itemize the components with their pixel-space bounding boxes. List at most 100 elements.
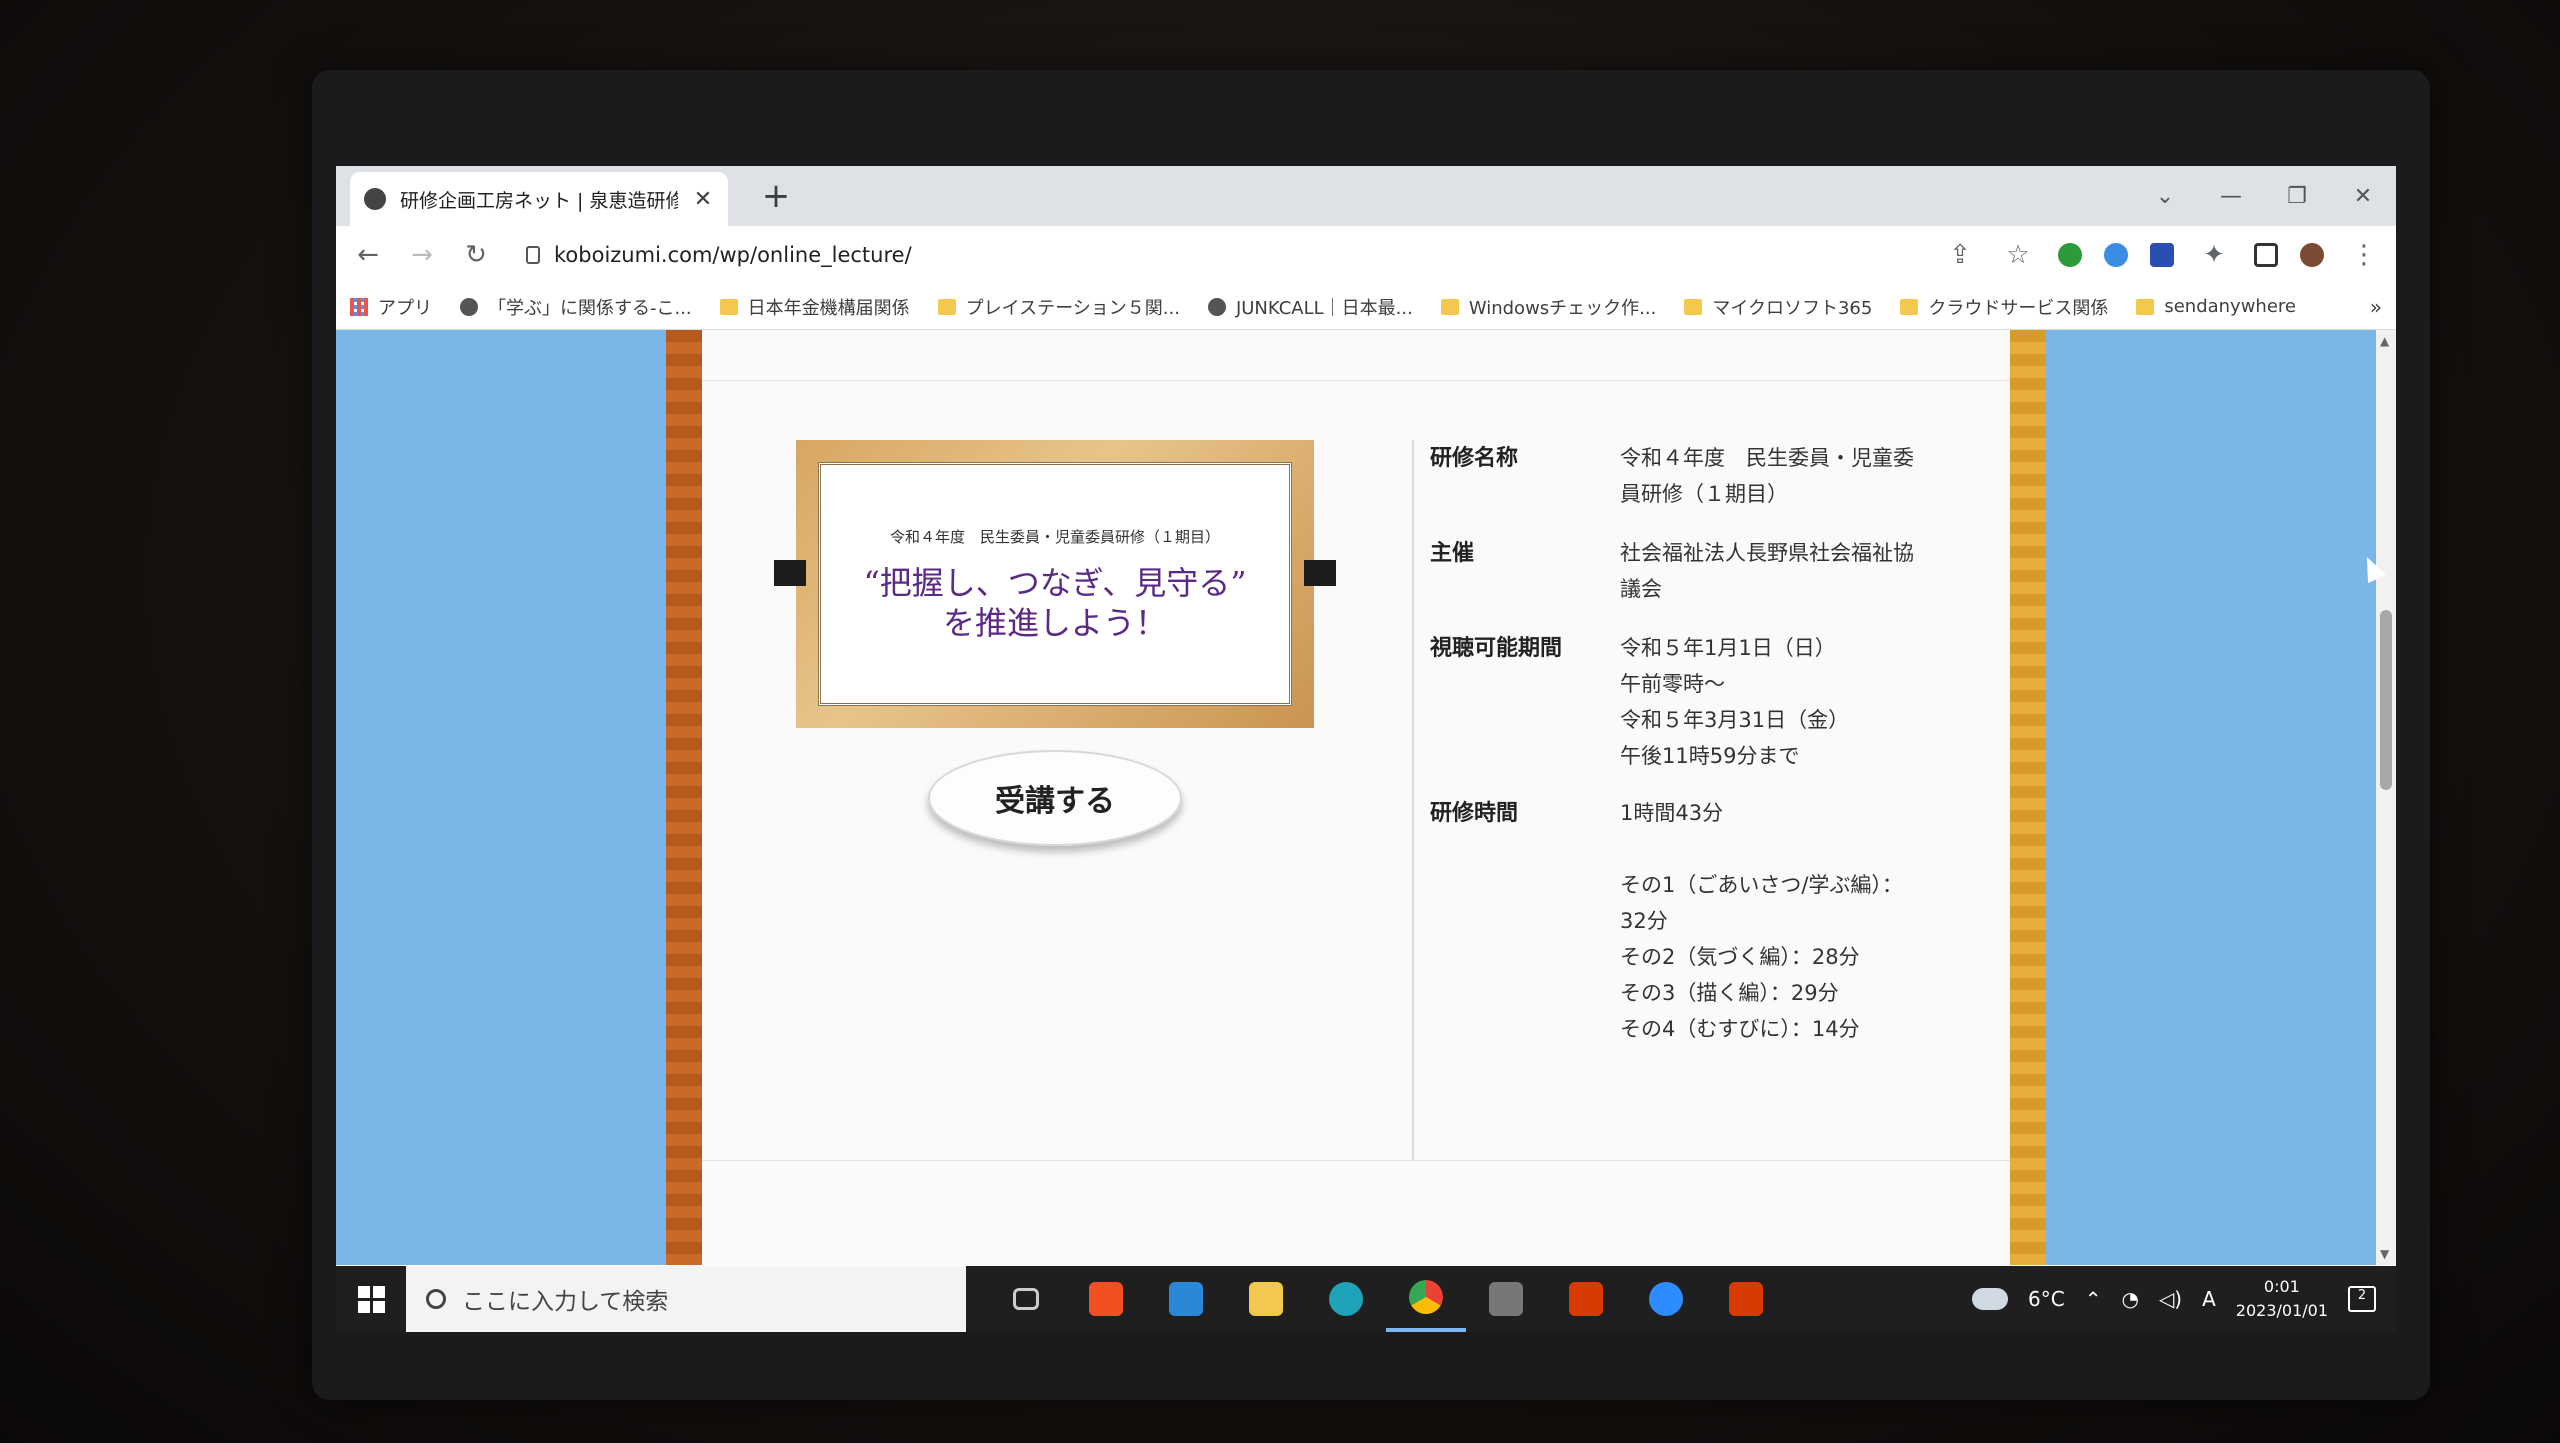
weather-temp[interactable]: 6°C [2028,1287,2065,1311]
scrollbar[interactable]: ▲ ▼ [2376,330,2396,1265]
puzzle-icon[interactable]: ✦ [2196,237,2232,273]
banner-title-line: “把握し、つなぎ、見守る” [863,563,1247,602]
clock-date: 2023/01/01 [2235,1301,2328,1320]
folder-icon [2136,298,2155,315]
extensions: ⇪ ☆ ✦ ⋮ [1942,237,2382,273]
browser-toolbar: ← → ↻ koboizumi.com/wp/online_lecture/ ⇪… [336,226,2396,284]
folder-icon [1440,298,1459,315]
volume-icon[interactable]: ◁) [2159,1287,2182,1311]
explorer-icon[interactable] [1226,1266,1306,1332]
bookmark-folder[interactable]: sendanywhere [2136,296,2296,317]
info-value: 令和４年度 民生委員・児童委 員研修（１期目） [1620,446,1914,506]
back-button[interactable]: ← [350,237,386,273]
share-icon[interactable]: ⇪ [1942,237,1978,273]
bookmark-folder[interactable]: プレイステーション５関... [937,294,1180,320]
system-tray: 6°C ⌃ ◔ ◁) A 0:01 2023/01/01 2 [1971,1275,2396,1323]
bookmark-folder[interactable]: 日本年金機構届関係 [719,294,910,320]
address-bar[interactable]: koboizumi.com/wp/online_lecture/ [512,233,1924,277]
new-tab-button[interactable]: + [756,176,796,216]
info-value: 社会福祉法人長野県社会福祉協 議会 [1620,541,1914,601]
bookmarks-bar: アプリ 「学ぶ」に関係する-こ... 日本年金機構届関係 プレイステーション５関… [336,284,2396,330]
mail-icon[interactable] [1146,1266,1226,1332]
close-icon[interactable]: ✕ [692,187,714,212]
bookmark-label: 「学ぶ」に関係する-こ... [488,297,692,319]
info-label: 研修名称 [1430,446,1519,471]
bookmark-apps[interactable]: アプリ [350,294,432,320]
apps-icon [350,297,368,316]
search-placeholder: ここに入力して検索 [462,1289,669,1315]
course-banner: 令和４年度 民生委員・児童委員研修（１期目） “把握し、つなぎ、見守る” を推進… [774,440,1336,728]
minimize-button[interactable]: — [2198,166,2264,226]
clock-time: 0:01 [2263,1277,2300,1296]
reload-button[interactable]: ↻ [458,237,494,273]
scroll-down-icon[interactable]: ▼ [2380,1247,2389,1261]
bookmark-label: マイクロソフト365 [1712,297,1873,319]
globe-icon [460,297,478,316]
weather-cloud-icon[interactable] [1971,1288,2008,1310]
extension-blue-icon[interactable] [2150,243,2174,267]
scroll-thumb[interactable] [2380,610,2392,790]
task-view-icon[interactable] [986,1266,1066,1332]
banner-title: “把握し、つなぎ、見守る” を推進しよう！ [863,563,1246,643]
windows-start-icon[interactable] [336,1266,406,1332]
info-divider [1412,440,1414,1160]
menu-icon[interactable]: ⋮ [2346,237,2382,273]
bookmark-folder[interactable]: クラウドサービス関係 [1900,294,2108,320]
office-icon[interactable] [1546,1266,1626,1332]
banner-inner: 令和４年度 民生委員・児童委員研修（１期目） “把握し、つなぎ、見守る” を推進… [818,462,1292,706]
page-viewport: 令和４年度 民生委員・児童委員研修（１期目） “把握し、つなぎ、見守る” を推進… [336,330,2376,1265]
folder-icon [937,298,956,315]
enroll-button[interactable]: 受講する [928,750,1182,846]
bookmark-folder[interactable]: マイクロソフト365 [1684,294,1872,320]
scroll-up-icon[interactable]: ▲ [2380,334,2389,348]
taskbar-search[interactable]: ここに入力して検索 [406,1266,966,1332]
camera-icon[interactable] [1466,1266,1546,1332]
clock[interactable]: 0:01 2023/01/01 [2236,1275,2328,1323]
sidepanel-icon[interactable] [2254,243,2278,267]
content-panel: 令和４年度 民生委員・児童委員研修（１期目） “把握し、つなぎ、見守る” を推進… [666,330,2046,1265]
profile-avatar[interactable] [2300,243,2324,267]
bookmark-label: sendanywhere [2164,296,2296,317]
bookmark-item[interactable]: JUNKCALL｜日本最... [1207,294,1413,320]
store-icon[interactable] [1066,1266,1146,1332]
tab-title: 研修企画工房ネット | 泉恵造研修... [400,189,678,212]
divider [702,380,2010,381]
folder-icon [1900,298,1919,315]
restore-button[interactable]: ❐ [2264,166,2330,226]
wood-border-left [666,330,702,1265]
notification-icon[interactable]: 2 [2348,1286,2376,1312]
clip-left [774,560,806,586]
chevron-up-icon[interactable]: ⌃ [2085,1287,2102,1311]
star-icon[interactable]: ☆ [2000,237,2036,273]
bookmark-label: プレイステーション５関... [965,297,1180,319]
forward-button[interactable]: → [404,237,440,273]
office-icon[interactable] [1706,1266,1786,1332]
search-icon [426,1289,446,1309]
browser-tab[interactable]: 研修企画工房ネット | 泉恵造研修... ✕ [350,172,728,226]
bookmark-folder[interactable]: Windowsチェック作... [1440,294,1657,320]
more-bookmarks-icon[interactable]: » [2370,295,2382,319]
zoom-icon[interactable] [1626,1266,1706,1332]
info-value: 1時間43分 その1（ごあいさつ/学ぶ編）： 32分 その2（気づく編）：28分… [1620,801,1903,1041]
divider [702,1160,2010,1161]
junkcall-icon [1207,297,1226,316]
chrome-icon[interactable] [1386,1266,1466,1332]
bookmark-label: クラウドサービス関係 [1928,297,2109,319]
network-icon[interactable]: ◔ [2121,1287,2138,1311]
info-label: 視聴可能期間 [1430,636,1563,661]
globe-icon [364,188,386,210]
bookmark-item[interactable]: 「学ぶ」に関係する-こ... [460,294,692,320]
onedrive-icon[interactable] [2104,243,2128,267]
info-label: 研修時間 [1430,801,1519,826]
edge-icon[interactable] [1306,1266,1386,1332]
screen: 研修企画工房ネット | 泉恵造研修... ✕ + ⌄ — ❐ ✕ ← → ↻ k… [336,166,2396,1332]
chevron-down-icon[interactable]: ⌄ [2132,166,2198,226]
extension-green-icon[interactable] [2058,243,2082,267]
close-window-button[interactable]: ✕ [2330,166,2396,226]
bookmark-label: Windowsチェック作... [1468,297,1657,319]
ime-indicator[interactable]: A [2202,1287,2216,1311]
url-text: koboizumi.com/wp/online_lecture/ [554,243,912,267]
folder-icon [719,298,738,315]
info-row-duration: 研修時間 1時間43分 その1（ごあいさつ/学ぶ編）： 32分 その2（気づく編… [1430,795,1960,1047]
wood-border-right [2010,330,2046,1265]
